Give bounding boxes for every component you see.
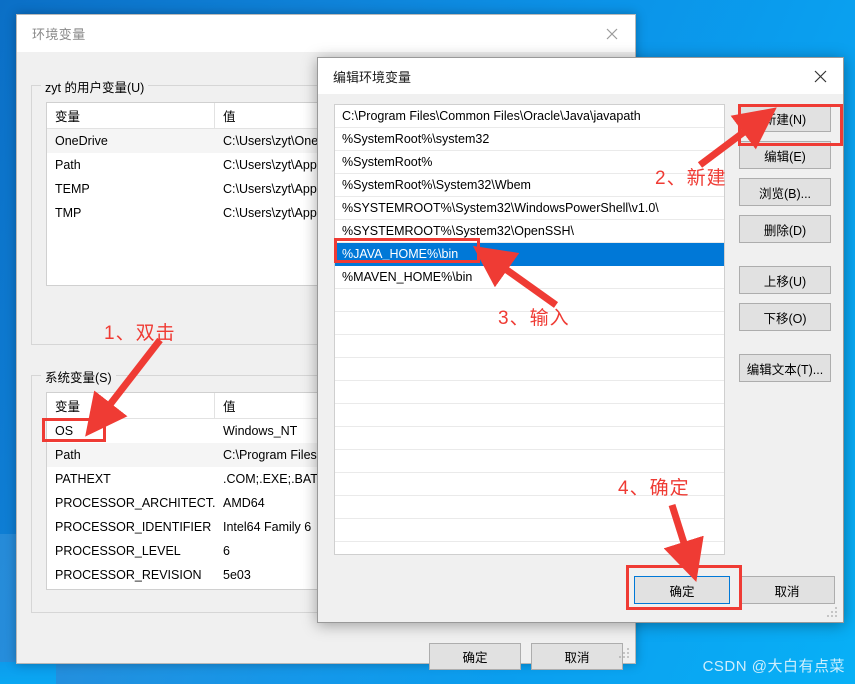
path-entry-empty[interactable]	[335, 404, 724, 427]
highlight-box-ok-button	[626, 565, 742, 610]
path-entry-empty[interactable]	[335, 335, 724, 358]
resize-grip[interactable]	[619, 648, 631, 660]
move-down-button[interactable]: 下移(O)	[739, 303, 831, 331]
highlight-box-selected-entry	[334, 238, 480, 263]
env-window-title: 环境变量	[32, 27, 86, 42]
close-icon[interactable]	[589, 15, 635, 53]
edit-cancel-button[interactable]: 取消	[739, 576, 835, 604]
cell-variable: PROCESSOR_ARCHITECT...	[55, 496, 215, 510]
browse-button[interactable]: 浏览(B)...	[739, 178, 831, 206]
taskbar-stub	[0, 662, 56, 684]
user-variables-legend: zyt 的用户变量(U)	[41, 77, 149, 96]
path-entry-empty[interactable]	[335, 519, 724, 542]
highlight-box-new-button	[738, 104, 843, 146]
system-variables-legend: 系统变量(S)	[41, 367, 116, 386]
annotation-step-3: 3、输入	[498, 308, 570, 329]
path-entry[interactable]: %MAVEN_HOME%\bin	[335, 266, 724, 289]
cell-variable: TEMP	[55, 182, 90, 196]
column-header-variable[interactable]: 变量	[47, 103, 215, 128]
edit-window-title: 编辑环境变量	[333, 69, 412, 85]
path-entry[interactable]: C:\Program Files\Common Files\Oracle\Jav…	[335, 105, 724, 128]
path-entry[interactable]: %SYSTEMROOT%\System32\WindowsPowerShell\…	[335, 197, 724, 220]
edit-window-button-column: 新建(N) 编辑(E) 浏览(B)... 删除(D) 上移(U) 下移(O) 编…	[739, 104, 831, 391]
column-header-variable[interactable]: 变量	[47, 393, 215, 418]
highlight-box-path-row	[42, 418, 106, 442]
cell-variable: OneDrive	[55, 134, 108, 148]
button-group-spacer	[739, 252, 831, 266]
edit-window-titlebar: 编辑环境变量	[318, 58, 843, 94]
path-entry-empty[interactable]	[335, 450, 724, 473]
edit-text-button[interactable]: 编辑文本(T)...	[739, 354, 831, 382]
cell-variable: Path	[55, 448, 81, 462]
edit-window-footer: 确定 取消	[318, 560, 843, 622]
cell-variable: PROCESSOR_IDENTIFIER	[55, 520, 212, 534]
env-window-titlebar: 环境变量	[17, 15, 635, 53]
close-icon[interactable]	[797, 58, 843, 94]
edit-window-body: C:\Program Files\Common Files\Oracle\Jav…	[318, 94, 843, 622]
delete-button[interactable]: 删除(D)	[739, 215, 831, 243]
csdn-watermark: CSDN @大白有点菜	[702, 658, 845, 675]
env-cancel-button[interactable]: 取消	[531, 643, 623, 670]
annotation-step-2: 2、新建	[655, 168, 727, 189]
path-entry-empty[interactable]	[335, 427, 724, 450]
cell-variable: TMP	[55, 206, 82, 220]
move-up-button[interactable]: 上移(U)	[739, 266, 831, 294]
env-ok-button[interactable]: 确定	[429, 643, 521, 670]
path-entry-empty[interactable]	[335, 358, 724, 381]
button-group-spacer	[739, 340, 831, 354]
resize-grip[interactable]	[827, 607, 839, 619]
annotation-step-4: 4、确定	[618, 478, 690, 499]
cell-variable: PROCESSOR_REVISION	[55, 568, 202, 582]
cell-variable: PATHEXT	[55, 472, 111, 486]
annotation-step-1: 1、双击	[104, 323, 176, 344]
cell-variable: Path	[55, 158, 81, 172]
path-entry[interactable]: %SystemRoot%\system32	[335, 128, 724, 151]
cell-variable: PROCESSOR_LEVEL	[55, 544, 181, 558]
path-entry-empty[interactable]	[335, 381, 724, 404]
